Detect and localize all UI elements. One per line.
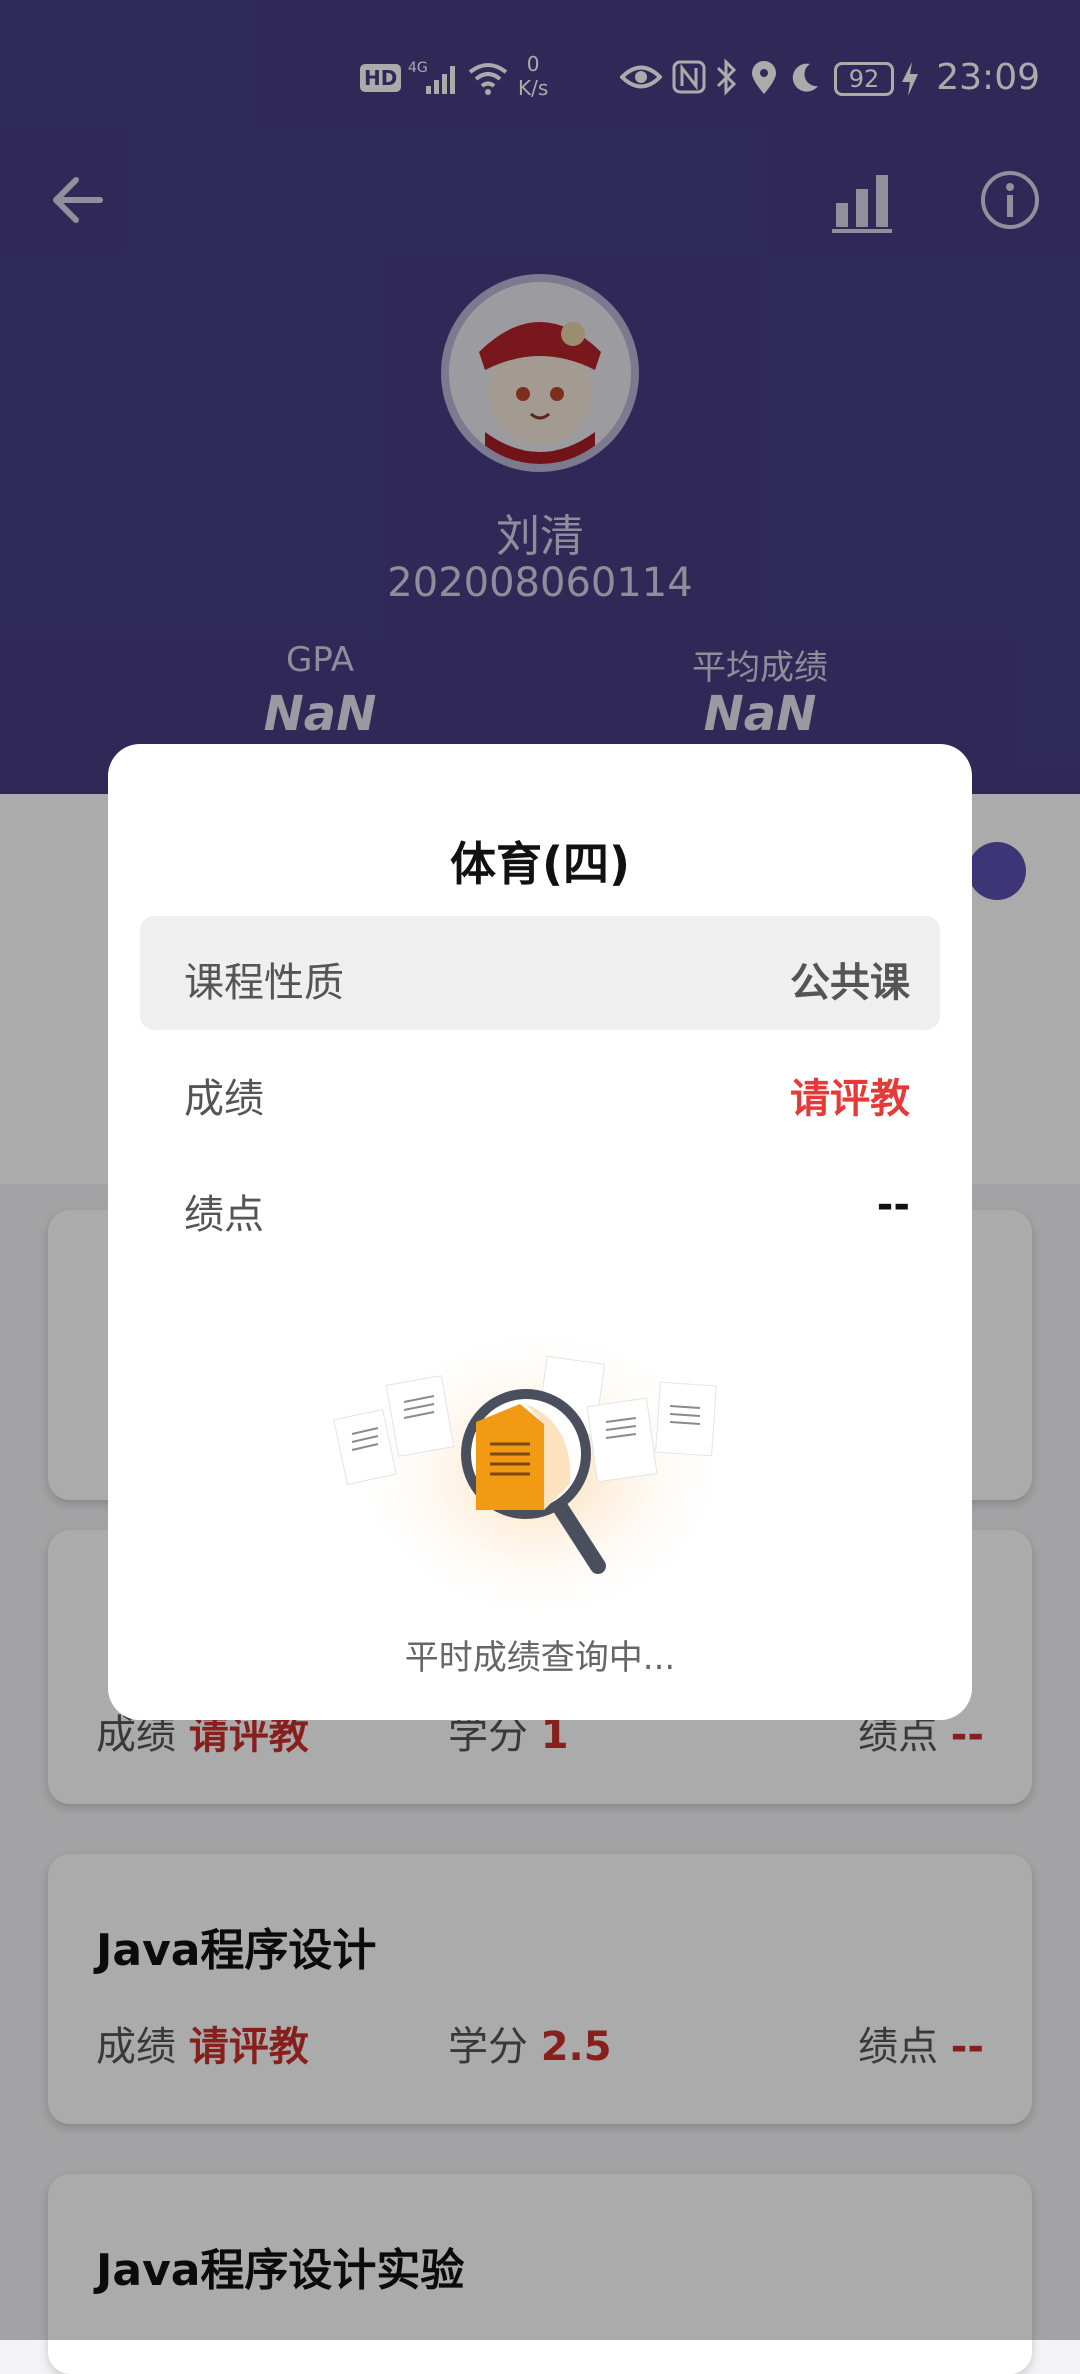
- score-row: 成绩 请评教: [140, 1032, 940, 1146]
- course-type-value: 公共课: [790, 960, 910, 1006]
- score-label: 成绩: [184, 1076, 264, 1122]
- course-type-row: 课程性质 公共课: [140, 916, 940, 1030]
- dialog-title: 体育(四): [449, 837, 631, 891]
- course-type-label: 课程性质: [184, 960, 344, 1006]
- searching-illustration: [333, 1324, 730, 1624]
- score-value[interactable]: 请评教: [790, 1066, 910, 1124]
- course-detail-dialog: 体育(四) 课程性质 公共课 成绩 请评教 绩点 -- 平时成绩查询中...: [108, 744, 972, 1720]
- loading-text: 平时成绩查询中...: [404, 1638, 676, 1678]
- grade-point-label: 绩点: [184, 1192, 264, 1238]
- grade-point-value: --: [876, 1182, 910, 1228]
- grade-point-row: 绩点 --: [140, 1148, 940, 1262]
